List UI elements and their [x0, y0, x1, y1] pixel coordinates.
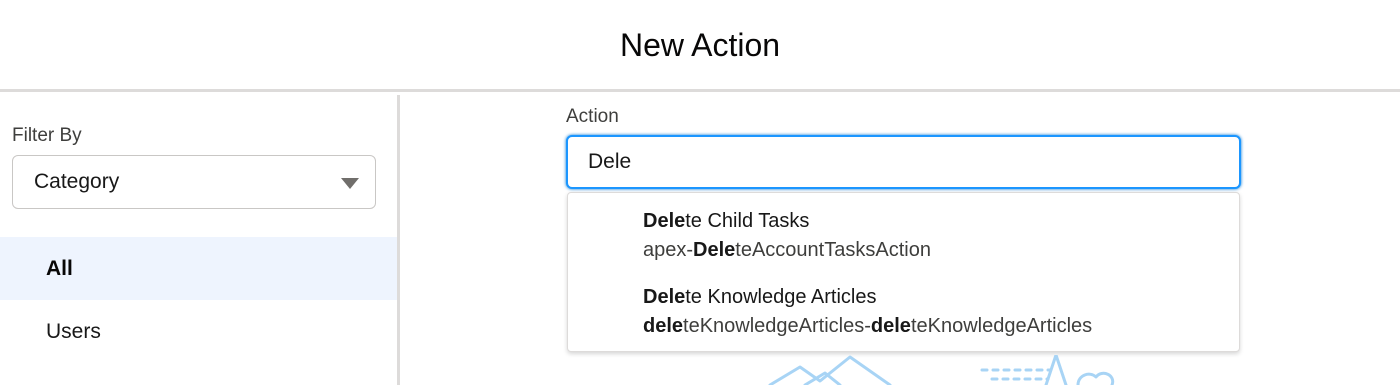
category-filter-select[interactable]: Category: [12, 155, 376, 209]
api-rest: teKnowledgeArticles: [910, 315, 1093, 337]
suggestion-title: Delete Knowledge Articles: [643, 286, 876, 309]
modal-title: New Action: [619, 27, 781, 63]
suggestion-title: Delete Child Tasks: [643, 210, 809, 233]
background-illustration: [768, 355, 1115, 385]
filter-by-label: Filter By: [12, 125, 82, 146]
category-item-label: Users: [46, 320, 101, 343]
action-search-panel: Action Delete Child Tasks apex-DeleteAcc…: [400, 95, 1400, 385]
title-rest: te Knowledge Articles: [685, 286, 877, 308]
api-mid: teKnowledgeArticles-: [683, 315, 871, 337]
chevron-down-icon: [341, 178, 359, 189]
action-search-input[interactable]: [566, 135, 1241, 189]
mountain-illustration: [768, 355, 892, 385]
cloud-illustration: [1076, 371, 1115, 385]
api-prefix: apex-: [643, 239, 694, 261]
action-suggestions-listbox: Delete Child Tasks apex-DeleteAccountTas…: [567, 192, 1240, 352]
category-item-all[interactable]: All: [0, 237, 397, 300]
match-highlight: Dele: [643, 210, 686, 232]
action-field-label: Action: [566, 106, 619, 127]
suggestion-api-name: deleteKnowledgeArticles-deleteKnowledgeA…: [643, 315, 1092, 338]
match-highlight: Dele: [693, 239, 736, 261]
suggestion-api-name: apex-DeleteAccountTasksAction: [643, 239, 931, 262]
match-highlight: dele: [643, 315, 684, 337]
match-highlight: Dele: [643, 286, 686, 308]
api-rest: teAccountTasksAction: [735, 239, 931, 261]
match-highlight: dele: [870, 315, 911, 337]
modal-header: New Action: [0, 0, 1400, 92]
filter-sidebar: Filter By Category All Users: [0, 95, 400, 385]
category-filter-value: Category: [34, 170, 120, 193]
title-rest: te Child Tasks: [685, 210, 810, 232]
category-item-users[interactable]: Users: [0, 300, 397, 363]
suggestion-option[interactable]: Delete Child Tasks apex-DeleteAccountTas…: [568, 197, 1239, 271]
category-item-label: All: [46, 257, 73, 280]
suggestion-option[interactable]: Delete Knowledge Articles deleteKnowledg…: [568, 273, 1239, 347]
